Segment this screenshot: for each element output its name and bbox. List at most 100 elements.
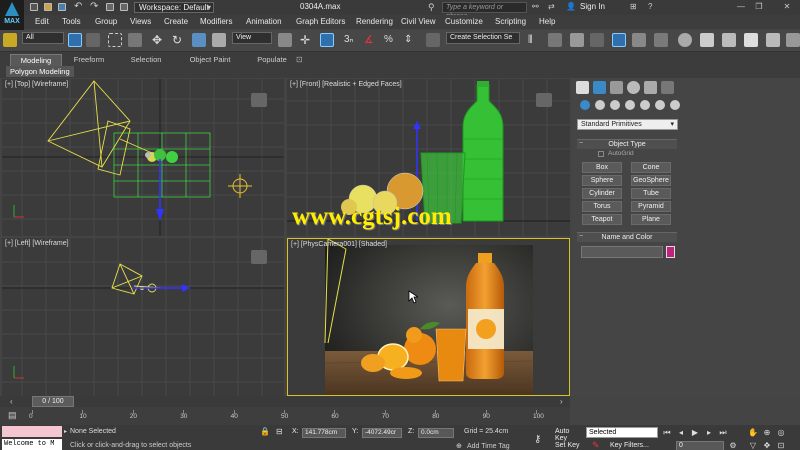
- cylinder-button[interactable]: Cylinder: [582, 188, 622, 199]
- geometry-icon[interactable]: [580, 100, 590, 110]
- menu-group[interactable]: Group: [95, 17, 117, 27]
- menu-modifiers[interactable]: Modifiers: [200, 17, 232, 27]
- object-color-swatch[interactable]: [666, 246, 675, 258]
- listener-expand-icon[interactable]: ▸: [64, 428, 67, 435]
- render-cloud-icon[interactable]: [786, 33, 800, 47]
- pan-view-icon[interactable]: ✋: [748, 428, 758, 438]
- key-icon[interactable]: ⚷: [534, 434, 541, 445]
- percent-snap-icon[interactable]: %: [384, 33, 398, 47]
- select-object-icon[interactable]: [68, 33, 82, 47]
- tab-selection[interactable]: Selection: [124, 54, 168, 66]
- schematic-view-icon[interactable]: [654, 33, 668, 47]
- render-setup-icon[interactable]: [700, 33, 714, 47]
- cone-button[interactable]: Cone: [631, 162, 671, 173]
- go-to-end-icon[interactable]: ⏭: [718, 428, 728, 438]
- select-by-name-icon[interactable]: [86, 33, 100, 47]
- viewport-camera[interactable]: [+] [PhysCamera001] [Shaded]: [287, 238, 570, 396]
- pyramid-button[interactable]: Pyramid: [631, 201, 671, 212]
- plane-button[interactable]: Plane: [631, 214, 671, 225]
- sphere-button[interactable]: Sphere: [582, 175, 622, 186]
- binoculars-icon[interactable]: ⚯: [532, 2, 539, 11]
- time-configuration-icon[interactable]: ⚙: [728, 441, 738, 450]
- render-iterative-icon[interactable]: [766, 33, 780, 47]
- viewport-top-label[interactable]: [+] [Top] [Wireframe]: [5, 81, 68, 88]
- play-icon[interactable]: ▶: [690, 428, 700, 438]
- hierarchy-tab-icon[interactable]: [610, 81, 623, 94]
- lock-selection-icon[interactable]: 🔒: [260, 427, 270, 436]
- shapes-icon[interactable]: [595, 100, 605, 110]
- menu-tools[interactable]: Tools: [62, 17, 81, 27]
- primitive-category-dropdown[interactable]: Standard Primitives ▾: [577, 119, 678, 130]
- utilities-tab-icon[interactable]: [661, 81, 674, 94]
- mirror-icon[interactable]: ⫴: [528, 33, 542, 47]
- place-icon[interactable]: [212, 33, 226, 47]
- tube-button[interactable]: Tube: [631, 188, 671, 199]
- toggle-ribbon-icon[interactable]: [612, 33, 626, 47]
- viewport-top[interactable]: [+] [Top] [Wireframe]: [2, 79, 284, 236]
- create-tab-icon[interactable]: [576, 81, 589, 94]
- quick-access-dropdown-icon[interactable]: [120, 3, 128, 11]
- tab-populate[interactable]: Populate: [252, 54, 292, 66]
- rotate-icon[interactable]: ↻: [170, 33, 184, 47]
- user-icon[interactable]: 👤: [566, 2, 576, 11]
- pivot-center-icon[interactable]: [278, 33, 292, 47]
- box-button[interactable]: Box: [582, 162, 622, 173]
- rendered-frame-window-icon[interactable]: [722, 33, 736, 47]
- selection-filter-dropdown[interactable]: All: [22, 32, 64, 44]
- edit-named-selection-icon[interactable]: [426, 33, 440, 47]
- open-file-icon[interactable]: [44, 3, 52, 11]
- exchange-icon[interactable]: ⇄: [548, 2, 555, 11]
- viewport-left[interactable]: [+] [Left] [Wireframe]: [2, 238, 284, 396]
- autodesk-apps-icon[interactable]: ⊞: [630, 2, 637, 11]
- maxscript-mini-listener[interactable]: [2, 426, 62, 437]
- add-time-tag-button[interactable]: Add Time Tag: [467, 443, 510, 450]
- object-type-rollout[interactable]: Object Type: [577, 139, 677, 149]
- link-icon[interactable]: [3, 33, 17, 47]
- field-of-view-icon[interactable]: ▽: [748, 441, 758, 450]
- close-icon[interactable]: ✕: [780, 2, 794, 12]
- minimize-icon[interactable]: —: [734, 2, 748, 12]
- set-keys-icon[interactable]: ✎: [592, 440, 600, 450]
- select-manipulate-icon[interactable]: ✛: [298, 33, 312, 47]
- menu-civil-view[interactable]: Civil View: [401, 17, 436, 27]
- systems-icon[interactable]: [670, 100, 680, 110]
- menu-rendering[interactable]: Rendering: [356, 17, 393, 27]
- current-frame-field[interactable]: 0: [676, 441, 724, 450]
- app-logo-button[interactable]: MAX: [0, 0, 24, 30]
- lights-icon[interactable]: [610, 100, 620, 110]
- scene-explorer-icon[interactable]: [570, 33, 584, 47]
- walk-through-icon[interactable]: ✥: [762, 441, 772, 450]
- menu-create[interactable]: Create: [164, 17, 188, 27]
- window-crossing-icon[interactable]: [128, 33, 142, 47]
- set-key-button[interactable]: Set Key: [555, 442, 580, 449]
- spinner-snap-icon[interactable]: ⇕: [404, 33, 418, 47]
- material-editor-icon[interactable]: [678, 33, 692, 47]
- reference-coordinate-dropdown[interactable]: View: [232, 32, 272, 44]
- undo-icon[interactable]: ↶: [74, 1, 82, 12]
- viewport-front-label[interactable]: [+] [Front] [Realistic + Edged Faces]: [290, 81, 402, 88]
- menu-help[interactable]: Help: [539, 17, 555, 27]
- tab-object-paint[interactable]: Object Paint: [184, 54, 236, 66]
- orbit-icon[interactable]: ◎: [776, 428, 786, 438]
- autogrid-checkbox[interactable]: [598, 151, 604, 157]
- zoom-icon[interactable]: ⊕: [762, 428, 772, 438]
- motion-tab-icon[interactable]: [627, 81, 640, 94]
- render-production-icon[interactable]: [744, 33, 758, 47]
- align-icon[interactable]: [548, 33, 562, 47]
- new-file-icon[interactable]: [30, 3, 38, 11]
- restore-icon[interactable]: ❐: [752, 2, 766, 12]
- maximize-viewport-icon[interactable]: ⊡: [776, 441, 786, 450]
- x-coordinate-field[interactable]: 141.778cm: [302, 428, 346, 438]
- scale-icon[interactable]: [192, 33, 206, 47]
- project-folder-icon[interactable]: [106, 3, 114, 11]
- cameras-icon[interactable]: [625, 100, 635, 110]
- y-coordinate-field[interactable]: -4072.49cr: [362, 428, 402, 438]
- snaps-toggle-icon[interactable]: 3ₙ: [344, 33, 358, 47]
- teapot-button[interactable]: Teapot: [582, 214, 622, 225]
- space-warps-icon[interactable]: [655, 100, 665, 110]
- help-icon[interactable]: ?: [648, 2, 652, 11]
- menu-edit[interactable]: Edit: [35, 17, 49, 27]
- polygon-modeling-panel[interactable]: Polygon Modeling: [6, 66, 74, 77]
- ribbon-options-icon[interactable]: ⊡: [296, 55, 303, 64]
- key-mode-dropdown[interactable]: Selected: [586, 427, 658, 438]
